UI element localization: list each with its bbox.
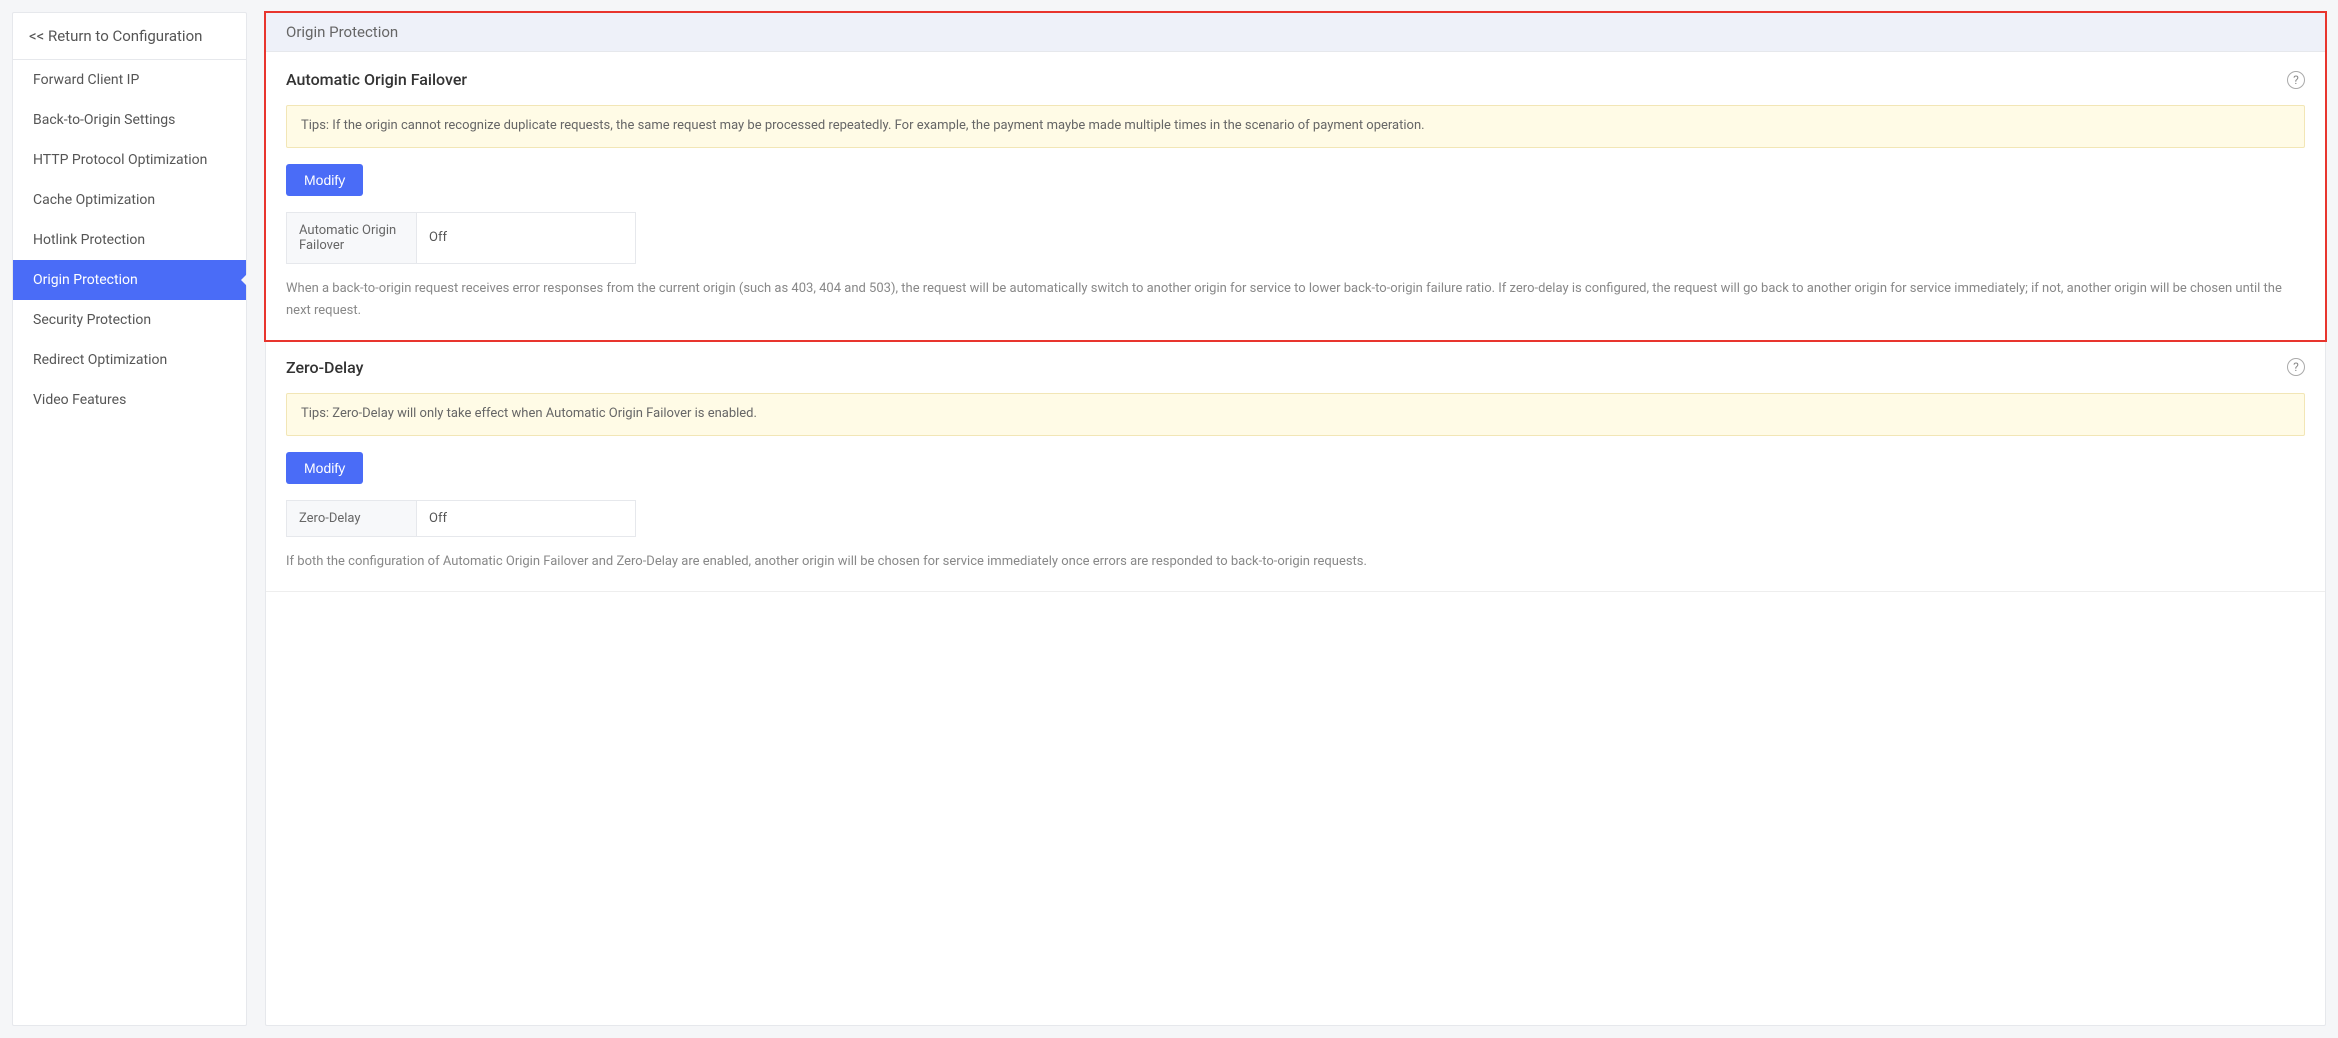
sidebar-item-origin-protection[interactable]: Origin Protection [13,260,246,300]
modify-button-failover[interactable]: Modify [286,164,363,196]
sidebar-item-redirect-optimization[interactable]: Redirect Optimization [13,340,246,380]
help-icon[interactable]: ? [2287,71,2305,89]
sidebar: << Return to Configuration Forward Clien… [12,12,247,1026]
status-key-failover: Automatic Origin Failover [287,213,417,263]
main-content: Origin Protection Automatic Origin Failo… [265,12,2326,1026]
return-to-configuration-link[interactable]: << Return to Configuration [13,13,246,60]
sidebar-item-back-to-origin[interactable]: Back-to-Origin Settings [13,100,246,140]
sidebar-item-video-features[interactable]: Video Features [13,380,246,420]
highlight-annotation: Origin Protection Automatic Origin Failo… [264,11,2327,342]
sidebar-item-http-protocol-optimization[interactable]: HTTP Protocol Optimization [13,140,246,180]
tips-failover: Tips: If the origin cannot recognize dup… [286,105,2305,148]
description-failover: When a back-to-origin request receives e… [286,278,2305,322]
modify-button-zerodelay[interactable]: Modify [286,452,363,484]
section-zero-delay: Zero-Delay ? Tips: Zero-Delay will only … [266,340,2325,592]
help-icon[interactable]: ? [2287,358,2305,376]
status-key-zerodelay: Zero-Delay [287,501,417,536]
description-zerodelay: If both the configuration of Automatic O… [286,551,2305,573]
tips-zerodelay: Tips: Zero-Delay will only take effect w… [286,393,2305,436]
page-title: Origin Protection [266,13,2325,52]
status-value-zerodelay: Off [417,501,635,536]
sidebar-item-cache-optimization[interactable]: Cache Optimization [13,180,246,220]
section-title-zerodelay: Zero-Delay [286,358,363,377]
section-automatic-origin-failover: Automatic Origin Failover ? Tips: If the… [266,52,2325,340]
section-title-failover: Automatic Origin Failover [286,70,467,89]
sidebar-item-forward-client-ip[interactable]: Forward Client IP [13,60,246,100]
status-table-failover: Automatic Origin Failover Off [286,212,636,264]
status-value-failover: Off [417,213,635,263]
sidebar-item-security-protection[interactable]: Security Protection [13,300,246,340]
sidebar-item-hotlink-protection[interactable]: Hotlink Protection [13,220,246,260]
status-table-zerodelay: Zero-Delay Off [286,500,636,537]
